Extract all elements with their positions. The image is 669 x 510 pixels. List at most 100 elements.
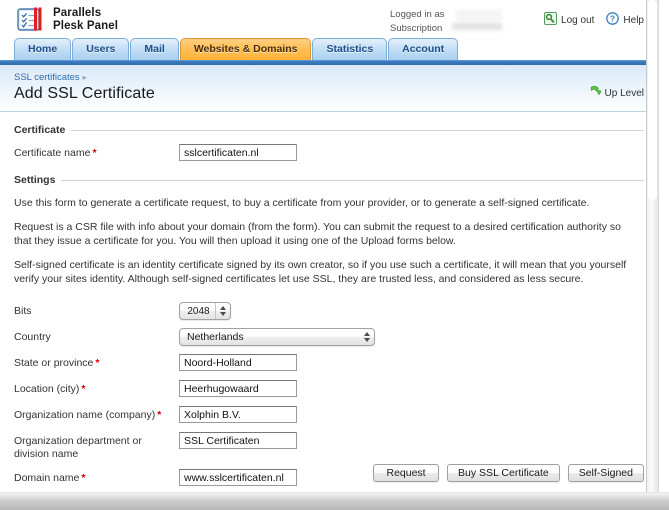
country-value: Netherlands (187, 330, 244, 343)
tab-account[interactable]: Account (388, 38, 459, 60)
field-label: Domain name * (14, 469, 179, 485)
page-content: SSL certificates ▸ Add SSL Certificate Up… (0, 65, 658, 492)
field-control (179, 406, 644, 423)
clipboard-checklist-icon (17, 7, 44, 33)
form-row-location-city: Location (city) * (14, 380, 644, 398)
field-control: 2048 (179, 302, 644, 320)
tab-label: Mail (144, 43, 165, 55)
tab-websites-and-domains[interactable]: Websites & Domains (179, 38, 312, 60)
location-label: Location (city) (14, 383, 80, 395)
redacted-account-detail (452, 23, 502, 30)
certificate-name-input[interactable] (179, 144, 297, 161)
breadcrumb-item-ssl-certificates[interactable]: SSL certificates (14, 72, 80, 83)
settings-paragraph-3: Self-signed certificate is an identity c… (14, 259, 627, 285)
brand-logo: Parallels Plesk Panel (17, 7, 118, 33)
required-marker: * (81, 383, 86, 395)
brand-name: Parallels Plesk Panel (53, 7, 118, 33)
settings-paragraph-1: Use this form to generate a certificate … (14, 197, 590, 209)
tab-home[interactable]: Home (14, 38, 72, 60)
department-label: Organization department or division name (14, 435, 142, 460)
up-level-button[interactable]: Up Level (588, 85, 644, 101)
department-input[interactable] (179, 432, 297, 449)
brand-line-2: Plesk Panel (53, 20, 119, 32)
up-level-label: Up Level (604, 87, 644, 99)
header-actions: Log out ? Help (544, 12, 644, 28)
breadcrumb: SSL certificates ▸ (14, 72, 644, 83)
window-bottom-shadow (0, 492, 669, 510)
required-marker: * (92, 147, 97, 159)
field-control (179, 432, 644, 449)
organization-label: Organization name (company) (14, 409, 156, 421)
form-row-certificate-name: Certificate name * (14, 144, 644, 162)
main-nav-tabs: Home Users Mail Websites & Domains Stati… (0, 38, 658, 60)
page-title: Add SSL Certificate (14, 85, 155, 102)
logged-in-info: Logged in as Subscription (390, 8, 510, 36)
bits-select[interactable]: 2048 (179, 302, 231, 320)
form-row-department: Organization department or division name (14, 432, 644, 461)
bits-value: 2048 (187, 305, 210, 317)
self-signed-button[interactable]: Self-Signed (567, 464, 644, 482)
help-button[interactable]: ? Help (606, 12, 644, 28)
section-rule (61, 179, 644, 181)
form-row-organization-name: Organization name (company) * (14, 406, 644, 424)
domain-label: Domain name (14, 472, 80, 484)
field-label: Bits (14, 302, 179, 318)
request-button[interactable]: Request (373, 464, 440, 482)
svg-text:?: ? (610, 14, 615, 24)
field-label: Certificate name * (14, 144, 179, 160)
bits-label: Bits (14, 305, 32, 317)
country-select[interactable]: Netherlands (179, 328, 375, 346)
stepper-arrows-icon[interactable] (215, 303, 230, 319)
field-label: Organization name (company) * (14, 406, 179, 422)
state-input[interactable] (179, 354, 297, 371)
vertical-scrollbar[interactable] (646, 0, 658, 492)
brand-line-1: Parallels (53, 7, 102, 19)
required-marker: * (157, 409, 162, 421)
buy-ssl-certificate-button[interactable]: Buy SSL Certificate (447, 464, 560, 482)
field-label: Location (city) * (14, 380, 179, 396)
field-control: Netherlands (179, 328, 644, 346)
field-control (179, 380, 644, 397)
form-row-state-or-province: State or province * (14, 354, 644, 372)
field-label: Organization department or division name (14, 432, 179, 461)
browser-window: Parallels Plesk Panel Logged in as Subsc… (0, 0, 669, 510)
tab-mail[interactable]: Mail (130, 38, 179, 60)
page-title-band: SSL certificates ▸ Add SSL Certificate Up… (0, 65, 658, 112)
section-header-certificate: Certificate (14, 124, 644, 136)
logout-button[interactable]: Log out (544, 12, 594, 28)
arrow-down-icon (220, 312, 226, 316)
tab-label: Statistics (326, 43, 374, 55)
field-control (179, 354, 644, 371)
app-header: Parallels Plesk Panel Logged in as Subsc… (0, 0, 658, 38)
question-circle-icon: ? (606, 12, 620, 28)
location-input[interactable] (179, 380, 297, 397)
tab-users[interactable]: Users (72, 38, 130, 60)
tab-label: Home (28, 43, 58, 55)
settings-paragraph-2: Request is a CSR file with info about yo… (14, 221, 621, 247)
arrow-up-icon (220, 306, 226, 310)
form-row-bits: Bits 2048 (14, 302, 644, 320)
arrow-up-icon (364, 332, 370, 336)
plesk-page: Parallels Plesk Panel Logged in as Subsc… (0, 0, 659, 492)
section-rule (71, 129, 644, 131)
scrollbar-thumb[interactable] (648, 0, 657, 200)
section-title: Settings (14, 174, 56, 186)
certificate-name-label: Certificate name (14, 147, 91, 159)
section-header-settings: Settings (14, 174, 644, 186)
breadcrumb-separator-icon: ▸ (82, 73, 87, 82)
tab-label: Account (402, 43, 445, 55)
country-label: Country (14, 331, 51, 343)
field-label: Country (14, 328, 179, 344)
tab-label: Users (86, 43, 116, 55)
domain-input[interactable] (179, 469, 297, 486)
key-icon (544, 12, 558, 28)
organization-input[interactable] (179, 406, 297, 423)
green-up-arrow-icon (588, 85, 602, 101)
popup-arrows-icon[interactable] (360, 329, 374, 345)
tab-statistics[interactable]: Statistics (312, 38, 388, 60)
form-row-country: Country Netherlands (14, 328, 644, 346)
tab-label: Websites & Domains (193, 43, 298, 55)
arrow-down-icon (364, 338, 370, 342)
logout-label: Log out (561, 14, 595, 26)
state-label: State or province (14, 357, 94, 369)
